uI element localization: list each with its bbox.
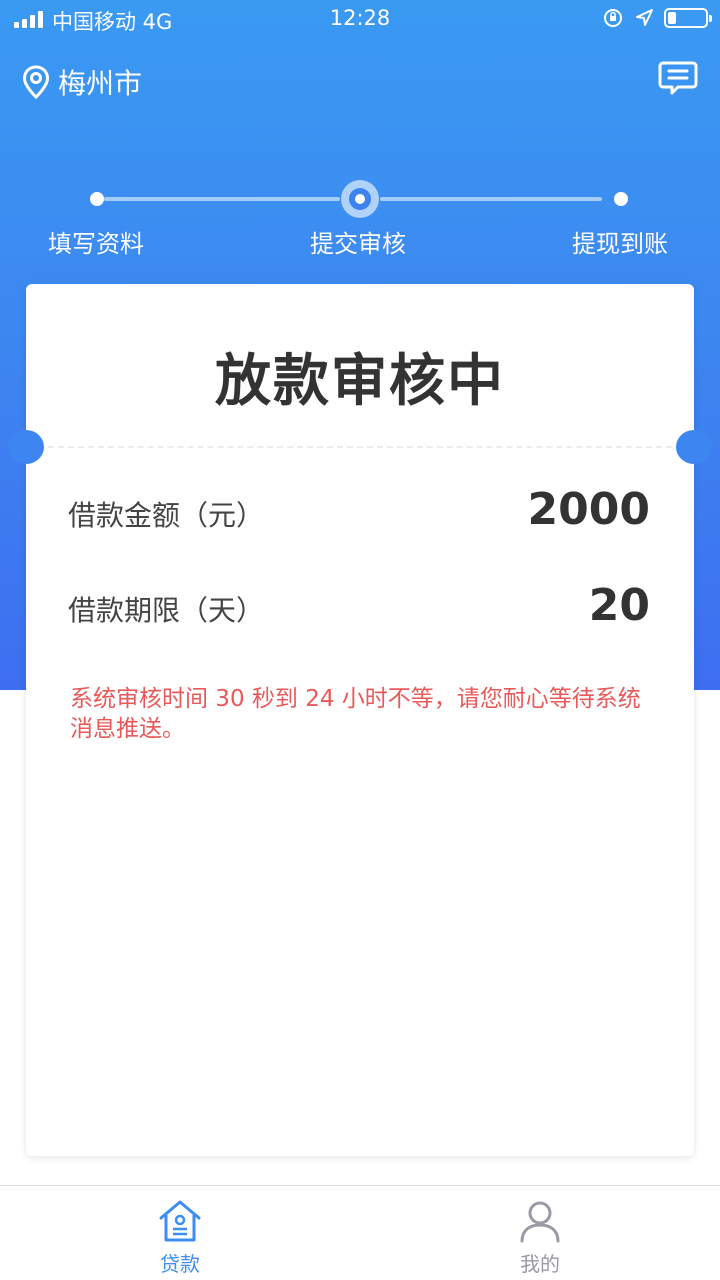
step-dot-3 [614,192,628,206]
step-track-right [380,197,602,201]
review-notice: 系统审核时间 30 秒到 24 小时不等，请您耐心等待系统消息推送。 [70,686,641,742]
tab-loan-label: 贷款 [160,1252,200,1276]
card-notch-left [8,430,44,464]
step-label-2: 提交审核 [310,230,406,258]
rotation-lock-icon [604,9,622,27]
battery-icon [664,8,712,28]
message-button[interactable] [658,60,698,102]
tab-loan[interactable]: 贷款 [90,1186,270,1280]
tab-mine[interactable]: 我的 [450,1186,630,1280]
step-dot-1 [90,192,104,206]
tab-mine-label: 我的 [520,1252,560,1276]
loan-status-card: 放款审核中 借款金额（元） 2000 借款期限（天） 20 系统审核时间 30 … [26,284,694,1156]
tab-bar: 贷款 我的 [0,1185,720,1280]
message-icon [658,61,698,95]
term-label: 借款期限（天） [68,594,265,627]
step-label-3: 提现到账 [572,230,668,258]
step-dot-active [341,180,379,218]
amount-value: 2000 [527,484,650,535]
card-title: 放款审核中 [215,349,505,414]
location-arrow-icon [636,9,653,26]
dashed-divider [48,446,672,448]
term-value: 20 [588,580,650,631]
card-notch-right [676,430,712,464]
progress-steps: 填写资料 提交审核 提现到账 [0,170,720,260]
status-bar: 中国移动 4G 12:28 [0,0,720,40]
user-icon [520,1201,560,1243]
step-track-left [104,197,340,201]
city-label: 梅州市 [58,67,143,100]
location-pin-icon [22,65,50,99]
home-icon [159,1200,201,1242]
city-selector[interactable]: 梅州市 [22,62,142,102]
step-label-1: 填写资料 [48,230,144,258]
amount-label: 借款金额（元） [68,499,265,532]
